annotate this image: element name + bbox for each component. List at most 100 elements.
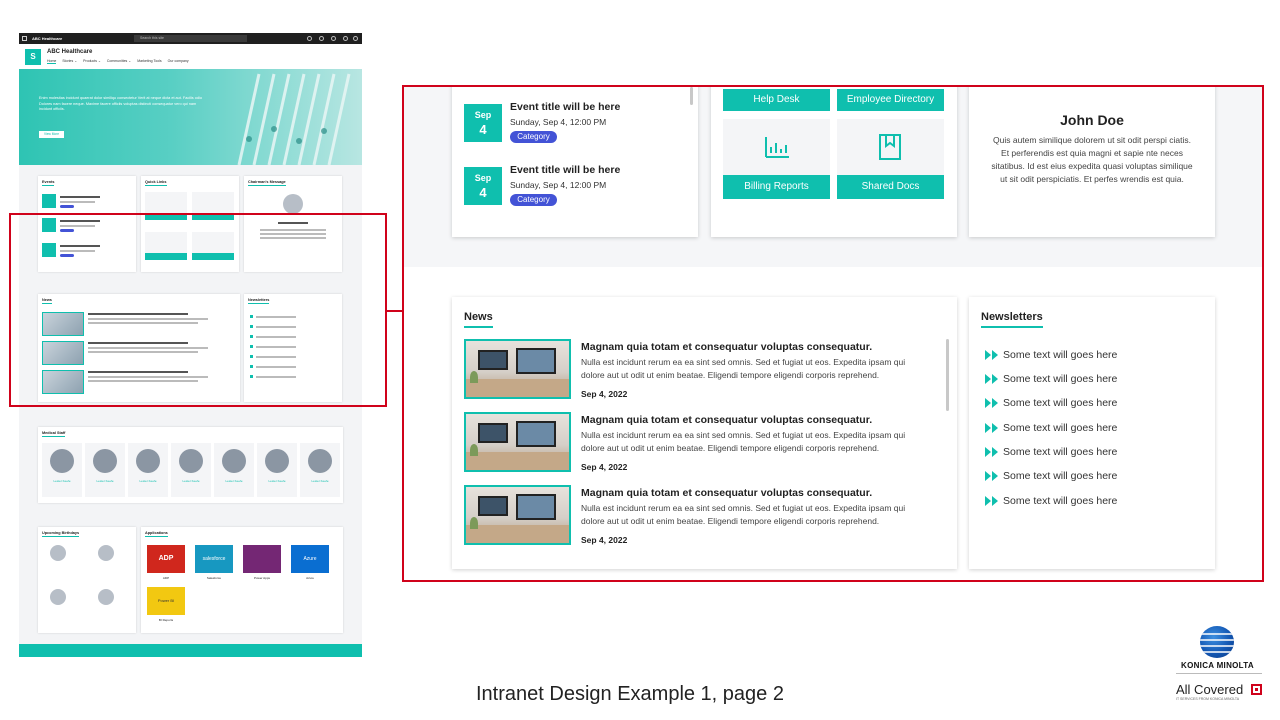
power-apps-logo bbox=[243, 545, 281, 573]
newsletter-link[interactable]: Some text will goes here bbox=[985, 446, 1117, 458]
event-date-badge: Sep 4 bbox=[464, 167, 502, 205]
newsletter-text: Some text will goes here bbox=[1003, 349, 1118, 361]
news-headline[interactable]: Magnam quia totam et consequatur volupta… bbox=[581, 341, 872, 353]
news-section-title: News bbox=[464, 311, 493, 328]
settings-icon bbox=[319, 36, 324, 41]
thumb-site-header: S ABC Healthcare Home Stories ⌄ Products… bbox=[19, 44, 362, 69]
app-label: Azure bbox=[306, 576, 314, 580]
lab-tubes-image bbox=[237, 73, 351, 165]
news-item[interactable]: Magnam quia totam et consequatur volupta… bbox=[464, 339, 934, 403]
news-excerpt: Nulla est incidunt rerum ea ea sint sed … bbox=[581, 357, 906, 380]
thumb-nav-item: Stories ⌄ bbox=[62, 59, 78, 63]
quick-link-label: Employee Directory bbox=[837, 89, 944, 111]
newsletter-link[interactable]: Some text will goes here bbox=[985, 349, 1117, 361]
salesforce-logo: salesforce bbox=[195, 545, 233, 573]
news-scrollbar[interactable] bbox=[946, 339, 949, 411]
thumb-chairman-title: Chairman's Message bbox=[248, 180, 286, 186]
event-month: Sep bbox=[474, 110, 492, 120]
thumb-medical-staff-title: Medical Staff bbox=[42, 431, 66, 437]
news-item[interactable]: Magnam quia totam et consequatur volupta… bbox=[464, 412, 934, 476]
news-headline[interactable]: Magnam quia totam et consequatur volupta… bbox=[581, 414, 872, 426]
quick-link-label: Shared Docs bbox=[837, 175, 944, 199]
news-item[interactable]: Magnam quia totam et consequatur volupta… bbox=[464, 485, 934, 549]
newsletters-section-title: Newsletters bbox=[981, 311, 1043, 328]
avatar bbox=[98, 589, 114, 605]
event-title[interactable]: Event title will be here bbox=[510, 164, 620, 176]
app-label: Salesforce bbox=[206, 576, 222, 580]
thumb-staff-card: Lester Keefe bbox=[85, 443, 125, 497]
newsletter-text: Some text will goes here bbox=[1003, 373, 1118, 385]
thumb-suite-bar: ABC Healthcare Search this site bbox=[19, 33, 362, 44]
app-label: Power Apps bbox=[253, 576, 270, 580]
thumb-applications-card: Applications ADP salesforce Azure Power … bbox=[141, 527, 343, 633]
double-arrow-icon bbox=[985, 350, 998, 361]
double-arrow-icon bbox=[985, 471, 998, 482]
thumb-staff-card: Lester Keefe bbox=[128, 443, 168, 497]
site-logo: S bbox=[25, 49, 41, 65]
newsletter-text: Some text will goes here bbox=[1003, 495, 1118, 507]
event-item[interactable]: Sep 4 Event title will be here Sunday, S… bbox=[464, 164, 684, 211]
event-title[interactable]: Event title will be here bbox=[510, 101, 620, 113]
app-label: BI Reports bbox=[158, 618, 174, 622]
newsletter-link[interactable]: Some text will goes here bbox=[985, 470, 1117, 482]
double-arrow-icon bbox=[985, 423, 998, 434]
news-thumbnail[interactable] bbox=[464, 339, 571, 399]
app-label: ADP bbox=[162, 576, 170, 580]
azure-logo: Azure bbox=[291, 545, 329, 573]
news-date: Sep 4, 2022 bbox=[581, 389, 628, 399]
newsletter-text: Some text will goes here bbox=[1003, 470, 1118, 482]
all-covered-logo-text: All Covered bbox=[1176, 682, 1244, 697]
thumb-site-title: ABC Healthcare bbox=[47, 49, 93, 55]
notification-icon bbox=[307, 36, 312, 41]
event-category-badge[interactable]: Category bbox=[510, 194, 557, 206]
thumb-line bbox=[60, 196, 100, 198]
double-arrow-icon bbox=[985, 447, 998, 458]
news-date: Sep 4, 2022 bbox=[581, 535, 628, 545]
quick-link-employee-directory[interactable]: Employee Directory bbox=[837, 89, 944, 111]
newsletter-text: Some text will goes here bbox=[1003, 446, 1118, 458]
thumb-events-title: Events bbox=[42, 180, 55, 186]
chairman-name: John Doe bbox=[1060, 112, 1124, 128]
all-covered-tagline: IT SERVICES FROM KONICA MINOLTA bbox=[1176, 697, 1240, 701]
newsletter-link[interactable]: Some text will goes here bbox=[985, 495, 1117, 507]
thumb-medical-staff-card: Medical Staff Lester Keefe Lester Keefe … bbox=[38, 427, 343, 503]
news-headline[interactable]: Magnam quia totam et consequatur volupta… bbox=[581, 487, 872, 499]
power-bi-logo: Power BI bbox=[147, 587, 185, 615]
thumb-staff-card: Lester Keefe bbox=[257, 443, 297, 497]
zoom-bottom-band: News Magnam quia totam et consequatur vo… bbox=[404, 267, 1262, 580]
all-covered-square-icon bbox=[1251, 684, 1262, 695]
event-day: 4 bbox=[479, 185, 487, 200]
events-scrollbar[interactable] bbox=[690, 87, 693, 105]
quick-link-billing-reports[interactable]: Billing Reports bbox=[723, 119, 830, 199]
newsletter-link[interactable]: Some text will goes here bbox=[985, 397, 1117, 409]
callout-connector bbox=[387, 310, 403, 312]
thumb-staff-card: Lester Keefe bbox=[42, 443, 82, 497]
event-category-badge[interactable]: Category bbox=[510, 131, 557, 143]
slide-caption: Intranet Design Example 1, page 2 bbox=[476, 683, 784, 705]
thumb-line bbox=[60, 201, 95, 203]
event-date-badge: Sep 4 bbox=[464, 104, 502, 142]
newsletter-link[interactable]: Some text will goes here bbox=[985, 422, 1117, 434]
thumb-birthdays-card: Upcoming Birthdays bbox=[38, 527, 136, 633]
konica-minolta-logo-text: KONICA MINOLTA bbox=[1181, 661, 1254, 670]
newsletter-link[interactable]: Some text will goes here bbox=[985, 373, 1117, 385]
quick-link-help-desk[interactable]: Help Desk bbox=[723, 89, 830, 111]
thumb-staff-card: Lester Keefe bbox=[214, 443, 254, 497]
thumb-birthdays-title: Upcoming Birthdays bbox=[42, 531, 80, 537]
quick-link-label: Help Desk bbox=[723, 89, 830, 111]
event-item[interactable]: Sep 4 Event title will be here Sunday, S… bbox=[464, 101, 684, 148]
event-datetime: Sunday, Sep 4, 12:00 PM bbox=[510, 180, 607, 190]
adp-logo: ADP bbox=[147, 545, 185, 573]
highlight-frame bbox=[9, 213, 387, 407]
chairman-message: Quis autem similique dolorem ut sit odit… bbox=[991, 135, 1193, 184]
bar-chart-icon bbox=[765, 137, 789, 158]
news-thumbnail[interactable] bbox=[464, 485, 571, 545]
help-icon bbox=[331, 36, 336, 41]
quick-link-shared-docs[interactable]: Shared Docs bbox=[837, 119, 944, 199]
newsletters-card: Newsletters Some text will goes here Som… bbox=[969, 297, 1215, 569]
news-thumbnail[interactable] bbox=[464, 412, 571, 472]
avatar bbox=[283, 194, 303, 214]
newsletter-text: Some text will goes here bbox=[1003, 397, 1118, 409]
event-day: 4 bbox=[479, 122, 487, 137]
thumb-hero-text: Enim molestias incidunt quaerat dolor si… bbox=[39, 96, 202, 111]
